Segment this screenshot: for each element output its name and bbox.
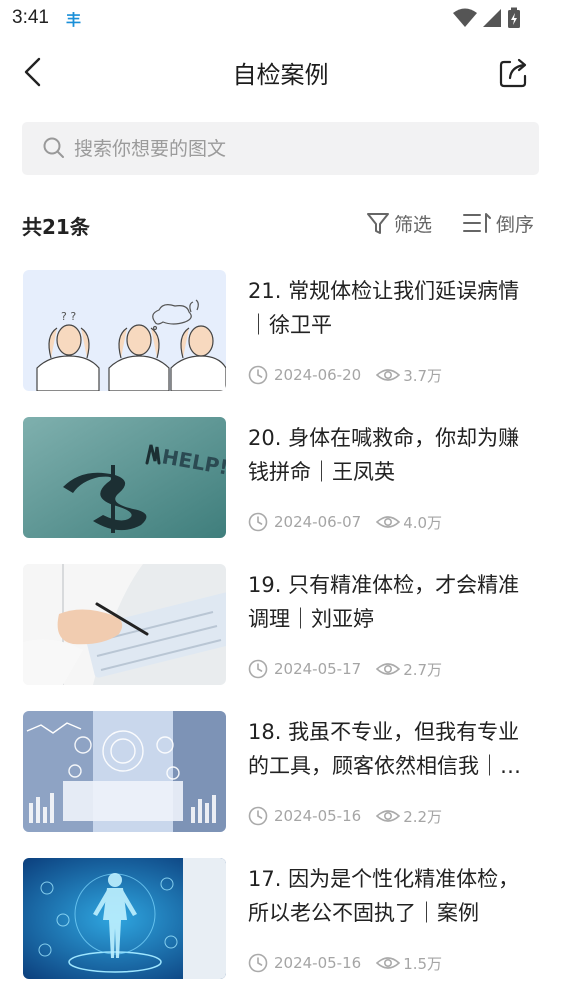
clock-icon (248, 512, 268, 532)
article-meta: 2024-05-16 2.2万 (248, 803, 442, 829)
list-item[interactable]: ? ? 21. 常规体检让我们延误病情｜徐卫平 2024-06-20 3.7万 (0, 262, 561, 392)
list-item[interactable]: 17. 因为是个性化精准体检，所以老公不固执了｜案例 2024-05-16 1.… (0, 850, 561, 980)
article-title: 18. 我虽不专业，但我有专业的工具，顾客依然相信我｜案例 (248, 720, 521, 778)
share-icon[interactable] (497, 54, 531, 90)
article-date: 2024-05-16 (274, 954, 362, 972)
list-item[interactable]: HELP! 20. 身体在喊救命，你却为赚钱拼命｜王凤英 2024-06-07 … (0, 409, 561, 539)
svg-text:? ?: ? ? (61, 310, 76, 323)
article-meta: 2024-05-17 2.7万 (248, 656, 442, 682)
notification-icon: 丰 (66, 11, 82, 29)
clock-icon (248, 659, 268, 679)
search-input[interactable] (74, 122, 514, 175)
eye-icon (376, 810, 401, 822)
article-date: 2024-05-16 (274, 807, 362, 825)
filter-button[interactable]: 筛选 (366, 206, 432, 240)
page-title: 自检案例 (232, 61, 329, 89)
article-date: 2024-06-07 (274, 513, 362, 531)
article-date: 2024-06-20 (274, 366, 362, 384)
article-views: 2.7万 (403, 660, 443, 679)
help-dollar-hole-icon: HELP! (23, 417, 226, 538)
sort-label: 倒序 (496, 213, 535, 236)
list-item[interactable]: 19. 只有精准体检，才会精准调理｜刘亚婷 2024-05-17 2.7万 (0, 556, 561, 686)
wifi-icon (453, 8, 477, 27)
digital-human-body-icon (23, 858, 226, 979)
article-views: 3.7万 (403, 366, 443, 385)
status-time: 3:41 (12, 7, 49, 28)
article-thumbnail: HELP! (23, 417, 226, 538)
article-thumbnail: ? ? (23, 270, 226, 391)
article-date: 2024-05-17 (274, 660, 362, 678)
search-icon (43, 137, 64, 158)
article-title: 20. 身体在喊救命，你却为赚钱拼命｜王凤英 (248, 426, 520, 484)
article-views: 1.5万 (403, 954, 443, 973)
nav-bar: 自检案例 (0, 38, 561, 104)
status-bar: 3:41 丰 (0, 0, 561, 38)
article-thumbnail (23, 711, 226, 832)
sort-button[interactable]: 倒序 (462, 206, 534, 240)
eye-icon (376, 369, 401, 381)
eye-icon (376, 663, 401, 675)
signal-icon (483, 9, 501, 27)
article-views: 2.2万 (403, 807, 443, 826)
article-meta: 2024-05-16 1.5万 (248, 950, 442, 976)
article-title: 17. 因为是个性化精准体检，所以老公不固执了｜案例 (248, 867, 520, 925)
filter-label: 筛选 (394, 213, 433, 236)
article-meta: 2024-06-07 4.0万 (248, 509, 442, 535)
list-item[interactable]: 18. 我虽不专业，但我有专业的工具，顾客依然相信我｜案例 2024-05-16… (0, 703, 561, 833)
clock-icon (248, 806, 268, 826)
article-title: 19. 只有精准体检，才会精准调理｜刘亚婷 (248, 573, 520, 631)
eye-icon (376, 957, 401, 969)
article-meta: 2024-06-20 3.7万 (248, 362, 442, 388)
sort-icon (463, 213, 491, 233)
clock-icon (248, 953, 268, 973)
doctor-writing-clipboard-icon (23, 564, 226, 685)
article-views: 4.0万 (403, 513, 443, 532)
battery-icon (508, 7, 520, 28)
medical-data-dashboard-icon (23, 711, 226, 832)
article-thumbnail (23, 858, 226, 979)
system-icons (453, 6, 521, 30)
article-thumbnail (23, 564, 226, 685)
filter-icon (367, 213, 389, 234)
article-title: 21. 常规体检让我们延误病情｜徐卫平 (248, 279, 520, 337)
search-bar[interactable] (22, 122, 539, 175)
eye-icon (376, 516, 401, 528)
toolbar: 共21条 筛选 倒序 (0, 200, 561, 246)
result-count: 共21条 (22, 215, 90, 239)
clock-icon (248, 365, 268, 385)
worried-people-illustration-icon: ? ? (23, 270, 226, 391)
